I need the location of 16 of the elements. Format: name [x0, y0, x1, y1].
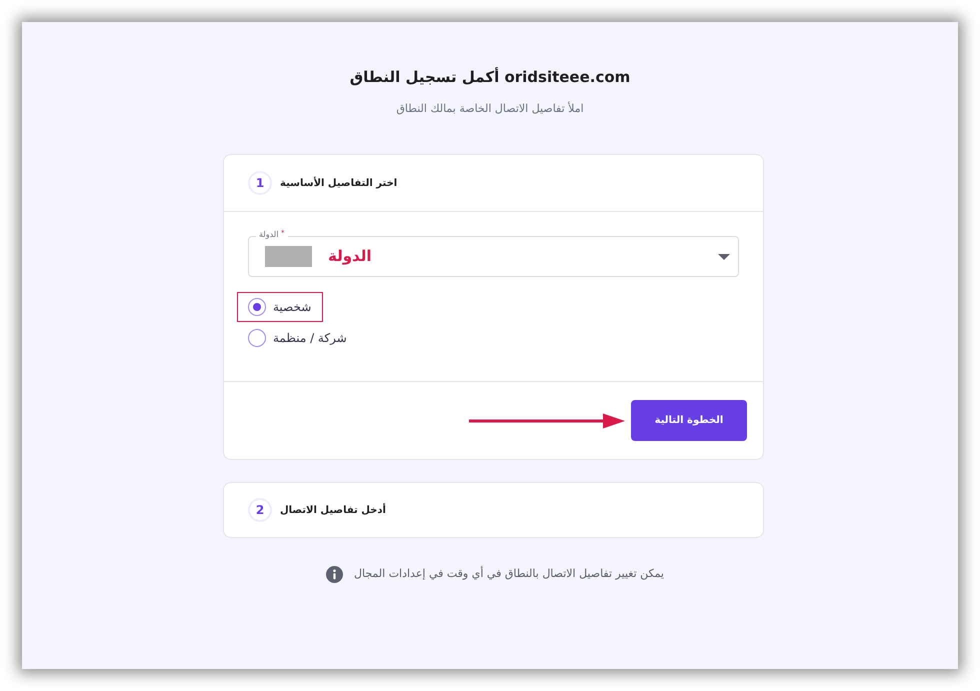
- page-title: أكمل تسجيل النطاق oridsiteee.com: [350, 66, 630, 88]
- info-icon: [326, 566, 343, 583]
- radio-button[interactable]: [248, 329, 266, 347]
- step-number: 2: [248, 498, 272, 522]
- option-label: شخصية: [273, 299, 312, 316]
- step-number: 1: [248, 171, 272, 195]
- info-note: يمكن تغيير تفاصيل الاتصال بالنطاق في أي وقت في إعدادات المجال: [354, 566, 664, 582]
- redacted-block: [265, 246, 312, 267]
- option-label: شركة / منظمة: [273, 330, 347, 347]
- step-title[interactable]: اختر التفاصيل الأساسية: [280, 176, 398, 190]
- step-title[interactable]: أدخل تفاصيل الاتصال: [280, 502, 386, 518]
- next-step-button[interactable]: الخطوة التالية: [631, 400, 747, 441]
- caret-icon: [718, 254, 730, 260]
- page-subtitle: املأ تفاصيل الاتصال الخاصة بمالك النطاق: [396, 101, 584, 116]
- radio-button[interactable]: [248, 298, 266, 316]
- annotation-text: الدولة: [328, 246, 372, 268]
